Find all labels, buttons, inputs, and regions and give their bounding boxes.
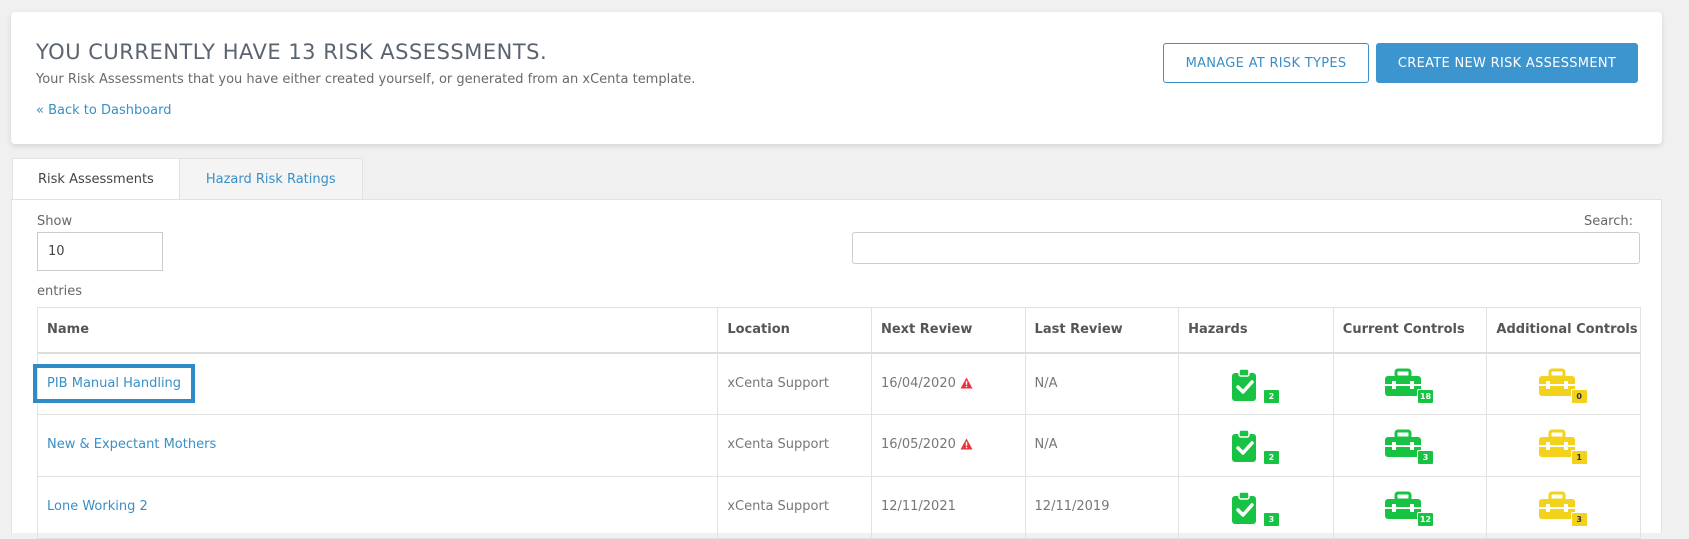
- table-header-row: Name Location Next Review Last Review Ha…: [36, 307, 1641, 354]
- column-header-name[interactable]: Name: [36, 307, 719, 354]
- hazards-count-badge: 2: [1262, 388, 1280, 404]
- next-review-cell: 16/04/2020: [870, 352, 1026, 415]
- hazards-clipboard-check-icon[interactable]: 2: [1230, 429, 1282, 465]
- tab-risk-assessments[interactable]: Risk Assessments: [12, 158, 180, 200]
- search-input[interactable]: [852, 232, 1640, 264]
- overdue-warning-icon: [960, 377, 973, 393]
- page-subtitle: Your Risk Assessments that you have eith…: [36, 72, 696, 87]
- additional-controls-toolbox-icon[interactable]: 3: [1538, 491, 1590, 527]
- tab-bar: Risk Assessments Hazard Risk Ratings: [12, 158, 363, 200]
- risk-assessments-table: Name Location Next Review Last Review Ha…: [32, 307, 1641, 539]
- additional-controls-count-badge: 1: [1570, 450, 1588, 465]
- hazards-clipboard-check-icon[interactable]: 3: [1230, 491, 1282, 527]
- show-label: Show: [37, 214, 73, 229]
- risk-assessment-link[interactable]: PIB Manual Handling: [32, 363, 196, 403]
- table-row: New & Expectant Mothers xCenta Support 1…: [36, 414, 1641, 477]
- current-controls-toolbox-icon[interactable]: 3: [1384, 429, 1436, 465]
- column-header-last-review[interactable]: Last Review: [1024, 307, 1180, 354]
- next-review-date: 16/05/2020: [880, 437, 956, 452]
- location-cell: xCenta Support: [717, 414, 872, 477]
- column-header-next-review[interactable]: Next Review: [870, 307, 1026, 354]
- next-review-cell: 16/05/2020: [870, 414, 1026, 477]
- current-controls-toolbox-icon[interactable]: 12: [1384, 491, 1436, 527]
- last-review-cell: 12/11/2019: [1024, 476, 1180, 539]
- location-cell: xCenta Support: [717, 352, 872, 415]
- tab-hazard-risk-ratings[interactable]: Hazard Risk Ratings: [179, 158, 363, 200]
- last-review-cell: N/A: [1024, 414, 1180, 477]
- header-card: YOU CURRENTLY HAVE 13 RISK ASSESSMENTS. …: [11, 12, 1662, 144]
- table-row: PIB Manual Handling xCenta Support 16/04…: [32, 352, 1641, 415]
- manage-at-risk-types-button[interactable]: MANAGE AT RISK TYPES: [1163, 43, 1369, 83]
- hazards-count-badge: 3: [1262, 512, 1280, 527]
- risk-assessment-link[interactable]: Lone Working 2: [47, 499, 148, 514]
- last-review-cell: N/A: [1024, 352, 1180, 415]
- column-header-hazards[interactable]: Hazards: [1178, 307, 1334, 354]
- hazards-clipboard-check-icon[interactable]: 2: [1230, 367, 1282, 404]
- page-title: YOU CURRENTLY HAVE 13 RISK ASSESSMENTS.: [36, 40, 548, 64]
- overdue-warning-icon: [960, 438, 973, 454]
- column-header-current-controls[interactable]: Current Controls: [1332, 307, 1488, 354]
- back-to-dashboard-link[interactable]: « Back to Dashboard: [36, 103, 172, 118]
- risk-assessments-panel: Show 10 entries Search: Name Location Ne…: [11, 199, 1662, 539]
- column-header-additional-controls[interactable]: Additional Controls: [1486, 307, 1641, 354]
- current-controls-count-badge: 3: [1417, 450, 1435, 465]
- create-new-risk-assessment-button[interactable]: CREATE NEW RISK ASSESSMENT: [1376, 43, 1638, 83]
- risk-assessment-link[interactable]: New & Expectant Mothers: [47, 437, 216, 452]
- next-review-date: 12/11/2021: [880, 499, 956, 514]
- additional-controls-toolbox-icon[interactable]: 1: [1538, 429, 1590, 465]
- current-controls-count-badge: 18: [1416, 388, 1435, 404]
- current-controls-toolbox-icon[interactable]: 18: [1384, 368, 1436, 404]
- additional-controls-toolbox-icon[interactable]: 0: [1538, 368, 1590, 404]
- current-controls-count-badge: 12: [1416, 512, 1435, 527]
- hazards-count-badge: 2: [1262, 450, 1280, 465]
- additional-controls-count-badge: 0: [1570, 388, 1588, 404]
- column-header-location[interactable]: Location: [717, 307, 872, 354]
- table-row: Lone Working 2 xCenta Support 12/11/2021…: [36, 476, 1641, 539]
- next-review-date: 16/04/2020: [880, 375, 956, 391]
- next-review-cell: 12/11/2021: [870, 476, 1026, 539]
- entries-label: entries: [37, 284, 83, 299]
- entries-per-page-select[interactable]: 10: [37, 232, 163, 271]
- location-cell: xCenta Support: [717, 476, 872, 539]
- additional-controls-count-badge: 3: [1570, 512, 1588, 527]
- search-label: Search:: [1583, 214, 1633, 229]
